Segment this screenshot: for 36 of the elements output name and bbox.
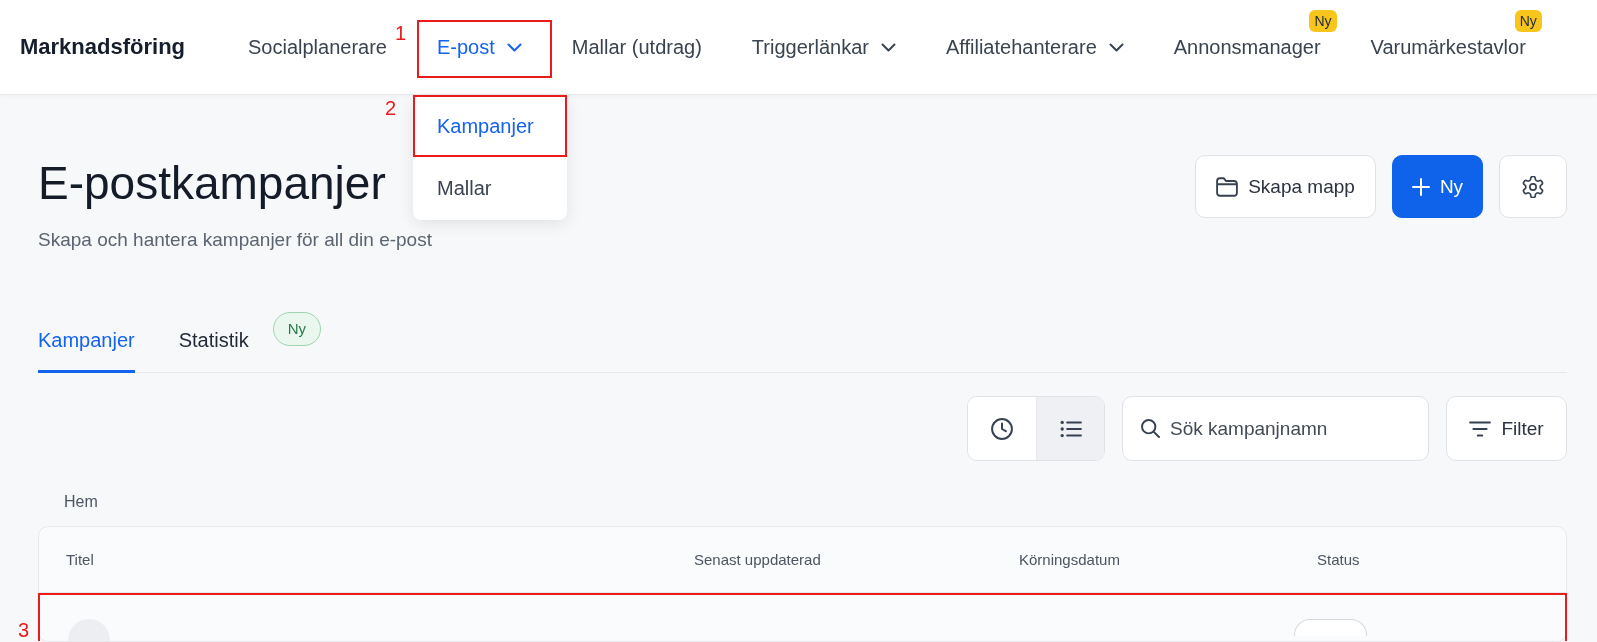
settings-button[interactable] <box>1499 155 1567 218</box>
create-folder-button[interactable]: Skapa mapp <box>1195 155 1376 218</box>
nav-item[interactable]: Mallar (utdrag) <box>571 35 702 59</box>
filter-button[interactable]: Filter <box>1446 396 1567 461</box>
search-icon <box>1141 419 1160 438</box>
nav-item[interactable]: Affiliatehanterare <box>945 35 1124 59</box>
column-header: Status <box>1317 551 1360 568</box>
page-title: E-postkampanjer <box>38 156 387 211</box>
folder-icon <box>1216 176 1239 197</box>
nav-item[interactable]: E-post <box>437 35 522 59</box>
column-header: Titel <box>66 551 94 568</box>
tab[interactable]: Statistik <box>178 328 249 373</box>
plus-icon <box>1411 177 1430 196</box>
annotation-number: 3 <box>18 619 30 641</box>
menu-item[interactable]: Mallar <box>413 157 567 219</box>
page-subtitle: Skapa och hantera kampanjer för all din e-post <box>38 228 432 252</box>
nav-item[interactable]: Varumärkestavlor <box>1370 35 1526 59</box>
annotation-number: 1 <box>395 22 407 44</box>
annotation-number: 2 <box>385 97 397 119</box>
menu-item[interactable]: Kampanjer <box>413 95 567 157</box>
brand-title: Marknadsföring <box>20 34 187 60</box>
column-header: Senast uppdaterad <box>694 551 821 568</box>
settings-icon <box>1522 175 1544 198</box>
clock-icon <box>991 417 1013 440</box>
filter-icon <box>1469 418 1492 439</box>
new-button[interactable]: Ny <box>1392 155 1483 218</box>
nav-item[interactable]: Socialplanerare <box>248 35 387 59</box>
new-badge: Ny <box>272 312 322 346</box>
nav-item[interactable]: Annonsmanager <box>1173 35 1321 59</box>
new-badge: Ny <box>1514 10 1542 32</box>
column-header: Körningsdatum <box>1019 551 1120 568</box>
nav-item[interactable]: Triggerlänkar <box>751 35 896 59</box>
tab[interactable]: Kampanjer <box>38 328 135 373</box>
breadcrumb-item[interactable]: Hem <box>64 491 98 513</box>
new-badge: Ny <box>1309 10 1337 32</box>
search-field[interactable]: Sök kampanjnamn <box>1122 396 1429 461</box>
